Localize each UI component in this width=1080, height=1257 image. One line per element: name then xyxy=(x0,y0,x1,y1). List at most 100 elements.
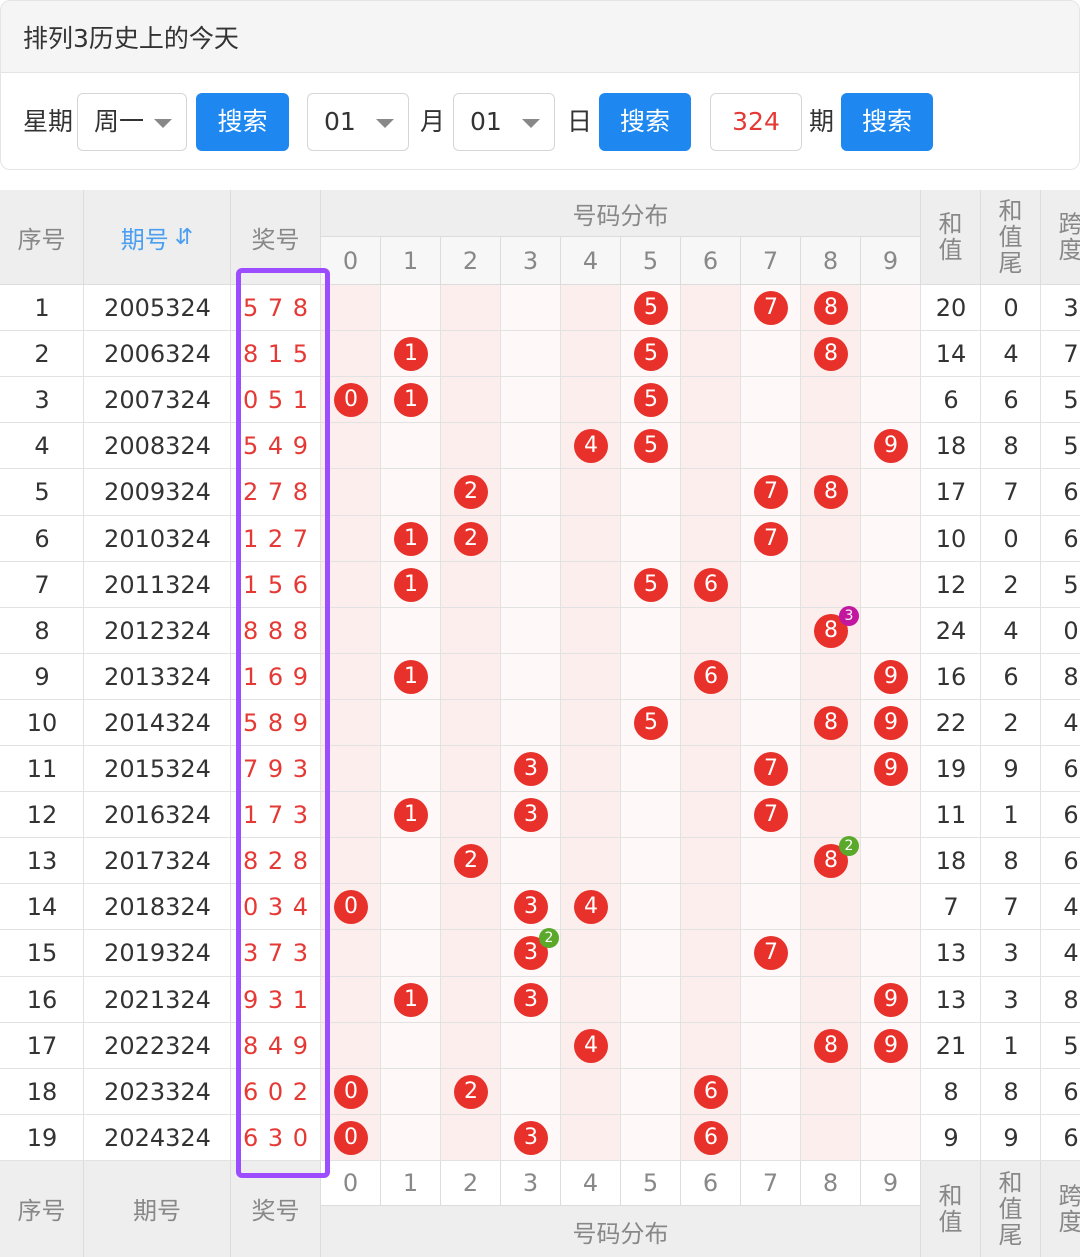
month-select[interactable]: 01 xyxy=(307,93,409,151)
number-ball: 7 xyxy=(754,521,788,556)
row-prize: 7 9 3 xyxy=(242,755,310,784)
header-digit: 3 xyxy=(501,237,561,285)
row-seq: 13 xyxy=(26,847,58,876)
number-ball: 1 xyxy=(394,337,428,372)
row-sum-tail: 1 xyxy=(1003,801,1019,830)
number-ball: 1 xyxy=(394,982,428,1017)
row-span: 8 xyxy=(1063,662,1079,691)
row-sum: 18 xyxy=(935,432,967,461)
row-span: 6 xyxy=(1063,478,1079,507)
date-search-button[interactable]: 搜索 xyxy=(599,93,691,151)
period-input[interactable]: 324 xyxy=(710,93,802,151)
header-sum-tail: 和值尾 xyxy=(981,190,1041,285)
row-seq: 11 xyxy=(26,755,58,784)
row-period: 2017324 xyxy=(104,847,211,876)
sort-icon[interactable]: ⇵ xyxy=(175,225,193,250)
row-span: 6 xyxy=(1063,524,1079,553)
row-span: 4 xyxy=(1063,893,1079,922)
row-prize: 6 3 0 xyxy=(242,1123,310,1152)
header-prize: 奖号 xyxy=(231,190,321,285)
number-ball: 2 xyxy=(454,521,488,556)
header-sum: 和值 xyxy=(921,190,981,285)
row-sum: 14 xyxy=(935,340,967,369)
day-value: 01 xyxy=(470,107,502,136)
footer-digit: 5 xyxy=(621,1160,681,1206)
row-sum-tail: 7 xyxy=(1003,893,1019,922)
row-span: 5 xyxy=(1063,432,1079,461)
number-ball: 3 xyxy=(514,752,548,787)
column-divider xyxy=(320,285,321,1161)
row-sum-tail: 4 xyxy=(1003,616,1019,645)
row-sum: 24 xyxy=(935,616,967,645)
month-label: 月 xyxy=(420,107,446,136)
distribution-column-bg xyxy=(441,285,501,1161)
row-seq: 6 xyxy=(34,524,50,553)
column-divider xyxy=(380,285,381,1161)
row-prize: 9 3 1 xyxy=(242,985,310,1014)
row-prize: 1 6 9 xyxy=(242,662,310,691)
row-sum: 12 xyxy=(935,570,967,599)
row-seq: 4 xyxy=(34,432,50,461)
period-search-button[interactable]: 搜索 xyxy=(841,93,933,151)
row-sum: 6 xyxy=(943,386,959,415)
number-ball: 3 xyxy=(514,982,548,1017)
row-period: 2016324 xyxy=(104,801,211,830)
row-seq: 8 xyxy=(34,616,50,645)
history-table: 序号 期号 ⇵ 奖号 号码分布 0 1 2 3 4 5 6 7 8 9 和值 和值尾 跨度 序号 期号 奖号 号码分布 0 1… xyxy=(0,190,1080,1257)
row-sum: 17 xyxy=(935,478,967,507)
footer-digit: 8 xyxy=(801,1160,861,1206)
row-sum: 11 xyxy=(935,801,967,830)
row-sum: 16 xyxy=(935,662,967,691)
header-digit: 1 xyxy=(381,237,441,285)
column-divider xyxy=(800,285,801,1161)
number-ball: 4 xyxy=(574,1028,608,1063)
row-prize: 8 4 9 xyxy=(242,1031,310,1060)
header-distribution: 号码分布 xyxy=(321,190,921,237)
number-ball: 9 xyxy=(874,1028,908,1063)
row-sum: 20 xyxy=(935,294,967,323)
row-period: 2009324 xyxy=(104,478,211,507)
distribution-column-bg xyxy=(501,285,561,1161)
row-sum-tail: 8 xyxy=(1003,847,1019,876)
footer-digit: 4 xyxy=(561,1160,621,1206)
number-ball: 0 xyxy=(334,1074,368,1109)
row-period: 2008324 xyxy=(104,432,211,461)
row-seq: 7 xyxy=(34,570,50,599)
number-ball: 6 xyxy=(694,1120,728,1155)
day-select[interactable]: 01 xyxy=(453,93,555,151)
number-ball: 3 xyxy=(514,1120,548,1155)
search-controls: 星期 周一 搜索 01 月 01 日 搜索 324 期 搜索 xyxy=(1,93,1079,151)
footer-digit: 3 xyxy=(501,1160,561,1206)
footer-digit: 1 xyxy=(381,1160,441,1206)
row-period: 2018324 xyxy=(104,893,211,922)
footer-sum-tail: 和值尾 xyxy=(981,1160,1041,1257)
row-sum-tail: 7 xyxy=(1003,478,1019,507)
number-ball: 9 xyxy=(874,982,908,1017)
row-prize: 1 5 6 xyxy=(242,570,310,599)
row-period: 2022324 xyxy=(104,1031,211,1060)
row-span: 3 xyxy=(1063,294,1079,323)
number-ball: 5 xyxy=(634,567,668,602)
row-sum-tail: 0 xyxy=(1003,524,1019,553)
distribution-column-bg xyxy=(681,285,741,1161)
weekday-search-button[interactable]: 搜索 xyxy=(196,93,289,151)
header-digit: 8 xyxy=(801,237,861,285)
row-sum-tail: 9 xyxy=(1003,755,1019,784)
period-header-label: 期号 xyxy=(133,1197,181,1226)
header-period[interactable]: 期号 ⇵ xyxy=(84,190,231,285)
number-ball: 9 xyxy=(874,659,908,694)
row-span: 5 xyxy=(1063,386,1079,415)
weekday-select[interactable]: 周一 xyxy=(77,93,187,151)
row-span: 6 xyxy=(1063,1077,1079,1106)
row-sum-tail: 6 xyxy=(1003,662,1019,691)
row-period: 2005324 xyxy=(104,294,211,323)
row-seq: 10 xyxy=(26,708,58,737)
row-prize: 2 7 8 xyxy=(242,478,310,507)
row-prize: 1 2 7 xyxy=(242,524,310,553)
row-period: 2012324 xyxy=(104,616,211,645)
number-ball: 8 xyxy=(814,705,848,740)
row-seq: 17 xyxy=(26,1031,58,1060)
number-ball: 7 xyxy=(754,291,788,326)
row-sum: 18 xyxy=(935,847,967,876)
period-label: 期 xyxy=(809,107,835,136)
